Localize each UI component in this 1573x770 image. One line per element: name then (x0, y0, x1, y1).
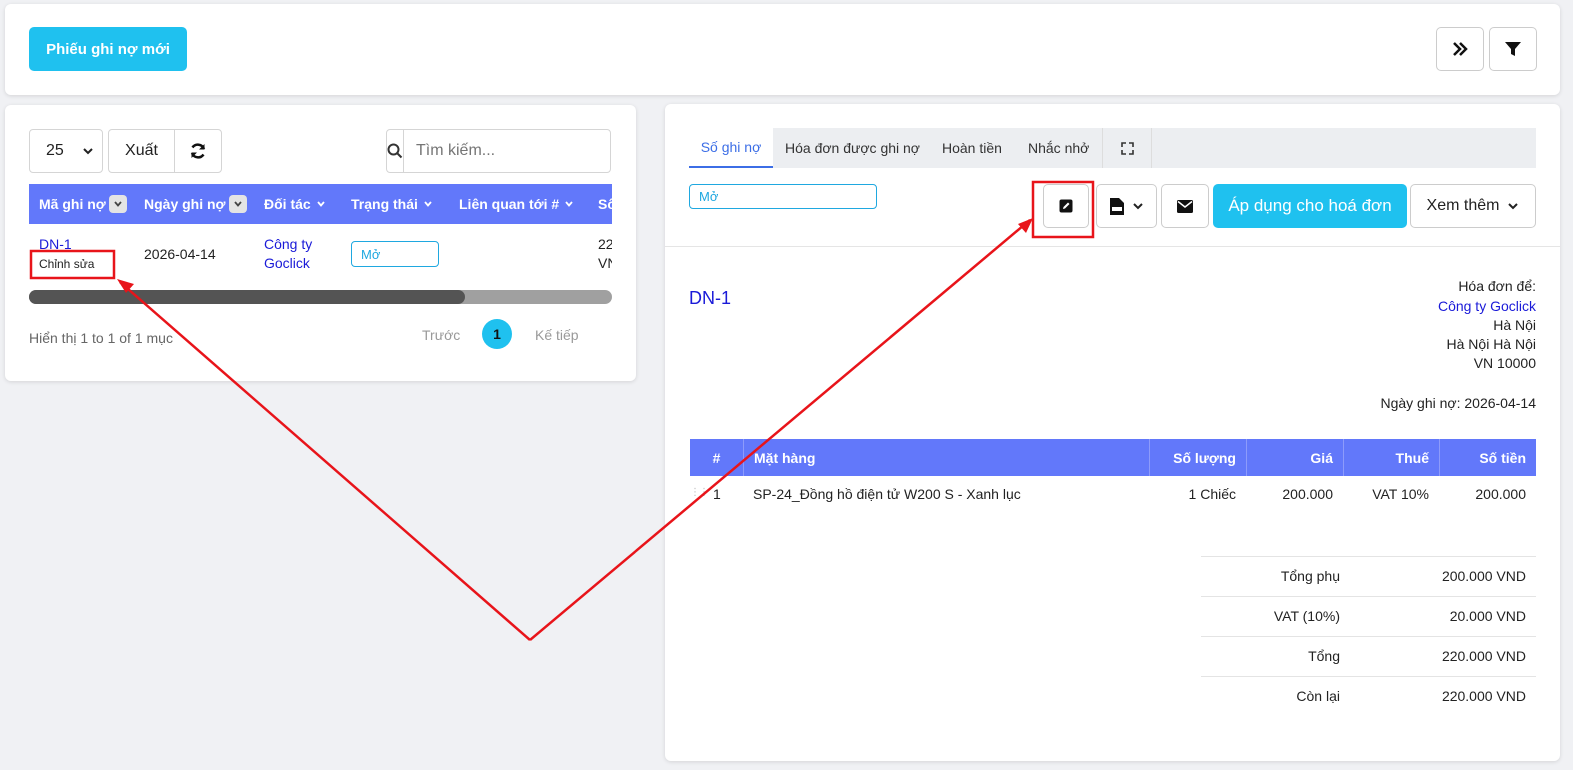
chevron-down-icon (424, 201, 432, 207)
row-code-link[interactable]: DN-1 (39, 236, 72, 252)
edit-icon (1059, 199, 1073, 213)
refresh-button[interactable] (174, 129, 222, 173)
row-partner-line1[interactable]: Công ty (264, 236, 312, 252)
fullscreen-button[interactable] (1102, 128, 1152, 168)
tab-reminders[interactable]: Nhắc nhở (1028, 128, 1089, 168)
debit-note-table: Mã ghi nợ Ngày ghi nợ Đối tác Trạng thái… (29, 184, 612, 304)
row-partner-line2[interactable]: Goclick (264, 255, 310, 271)
pagination-prev[interactable]: Trước (422, 327, 460, 343)
chevron-down-icon (83, 148, 93, 155)
tab-debited-invoices[interactable]: Hóa đơn được ghi nợ (785, 128, 920, 168)
divider (665, 246, 1560, 247)
bill-to-address-2: Hà Nội Hà Nội (1446, 336, 1536, 352)
pagination-next[interactable]: Kế tiếp (535, 327, 579, 343)
bill-to-label: Hóa đơn để: (1458, 278, 1536, 294)
table-info: Hiển thị 1 to 1 of 1 mục (29, 330, 173, 346)
total-row-subtotal: Tổng phụ 200.000 VND (1201, 556, 1536, 596)
email-button[interactable] (1161, 184, 1209, 228)
page-size-select[interactable]: 25 (29, 129, 103, 173)
chevron-down-icon (1132, 203, 1143, 210)
top-toolbar: Phiếu ghi nợ mới (5, 4, 1560, 95)
edit-button[interactable] (1043, 184, 1089, 228)
new-debit-note-button[interactable]: Phiếu ghi nợ mới (29, 27, 187, 71)
apply-to-invoice-button[interactable]: Áp dụng cho hoá đơn (1213, 184, 1407, 228)
sort-chevron-icon[interactable] (228, 195, 247, 213)
debit-note-detail-panel: Số ghi nợ Hóa đơn được ghi nợ Hoàn tiền … (665, 104, 1560, 761)
search-icon (387, 130, 404, 172)
col-code[interactable]: Mã ghi nợ (39, 184, 127, 224)
fullscreen-icon (1120, 141, 1134, 155)
col-related[interactable]: Liên quan tới # (459, 184, 574, 224)
total-row-remaining: Còn lại 220.000 VND (1201, 676, 1536, 716)
bill-to-address-1: Hà Nội (1493, 317, 1536, 333)
search-box (386, 129, 623, 173)
total-row-vat: VAT (10%) 20.000 VND (1201, 596, 1536, 636)
bill-to-company[interactable]: Công ty Goclick (1438, 298, 1536, 314)
pdf-file-icon (1109, 197, 1124, 215)
chevron-down-icon (565, 201, 573, 207)
search-input[interactable] (404, 130, 623, 172)
col-partner[interactable]: Đối tác (264, 184, 326, 224)
items-table-header: # Mặt hàng Số lượng Giá Thuế Số tiền (690, 439, 1536, 476)
more-label: Xem thêm (1426, 197, 1500, 214)
doc-number: DN-1 (689, 288, 732, 308)
bill-to-address-3: VN 10000 (1473, 355, 1536, 371)
sort-chevron-icon[interactable] (108, 195, 127, 213)
total-row-total: Tổng 220.000 VND (1201, 636, 1536, 676)
drag-handle-icon[interactable]: ⋮⋮ (690, 487, 709, 498)
chevron-down-icon (317, 201, 325, 207)
export-button[interactable]: Xuất (108, 129, 175, 173)
page-size-value: 25 (46, 142, 64, 159)
tab-debit-number[interactable]: Số ghi nợ (689, 128, 773, 168)
row-amount-line2: VND (598, 255, 612, 271)
pdf-dropdown-button[interactable] (1096, 184, 1157, 228)
col-amount[interactable]: Số (598, 184, 612, 224)
envelope-icon (1177, 199, 1193, 213)
row-status-badge: Mở (351, 241, 439, 267)
filter-icon (1505, 42, 1521, 56)
scrollbar-thumb[interactable] (29, 290, 465, 304)
debit-date: Ngày ghi nợ: 2026-04-14 (1380, 395, 1536, 411)
col-date[interactable]: Ngày ghi nợ (144, 184, 247, 224)
detail-tabs: Số ghi nợ Hóa đơn được ghi nợ Hoàn tiền … (689, 128, 1536, 168)
chevron-down-icon (1508, 203, 1519, 210)
expand-panel-button[interactable] (1436, 27, 1484, 71)
status-badge: Mở (689, 184, 877, 209)
filter-button[interactable] (1489, 27, 1537, 71)
horizontal-scrollbar[interactable] (29, 290, 612, 304)
debit-note-list-panel: 25 Xuất Mã ghi nợ Ngày ghi nợ Đối tác Tr… (5, 105, 636, 381)
double-chevron-right-icon (1453, 42, 1468, 56)
refresh-icon (190, 143, 206, 159)
table-header: Mã ghi nợ Ngày ghi nợ Đối tác Trạng thái… (29, 184, 612, 224)
pagination-page-1[interactable]: 1 (482, 319, 512, 349)
more-dropdown-button[interactable]: Xem thêm (1410, 184, 1536, 228)
row-amount-line1: 220 (598, 236, 612, 252)
col-status[interactable]: Trạng thái (351, 184, 433, 224)
row-date: 2026-04-14 (144, 246, 216, 262)
tab-refunds[interactable]: Hoàn tiền (942, 128, 1002, 168)
row-edit-link[interactable]: Chỉnh sửa (39, 257, 94, 271)
